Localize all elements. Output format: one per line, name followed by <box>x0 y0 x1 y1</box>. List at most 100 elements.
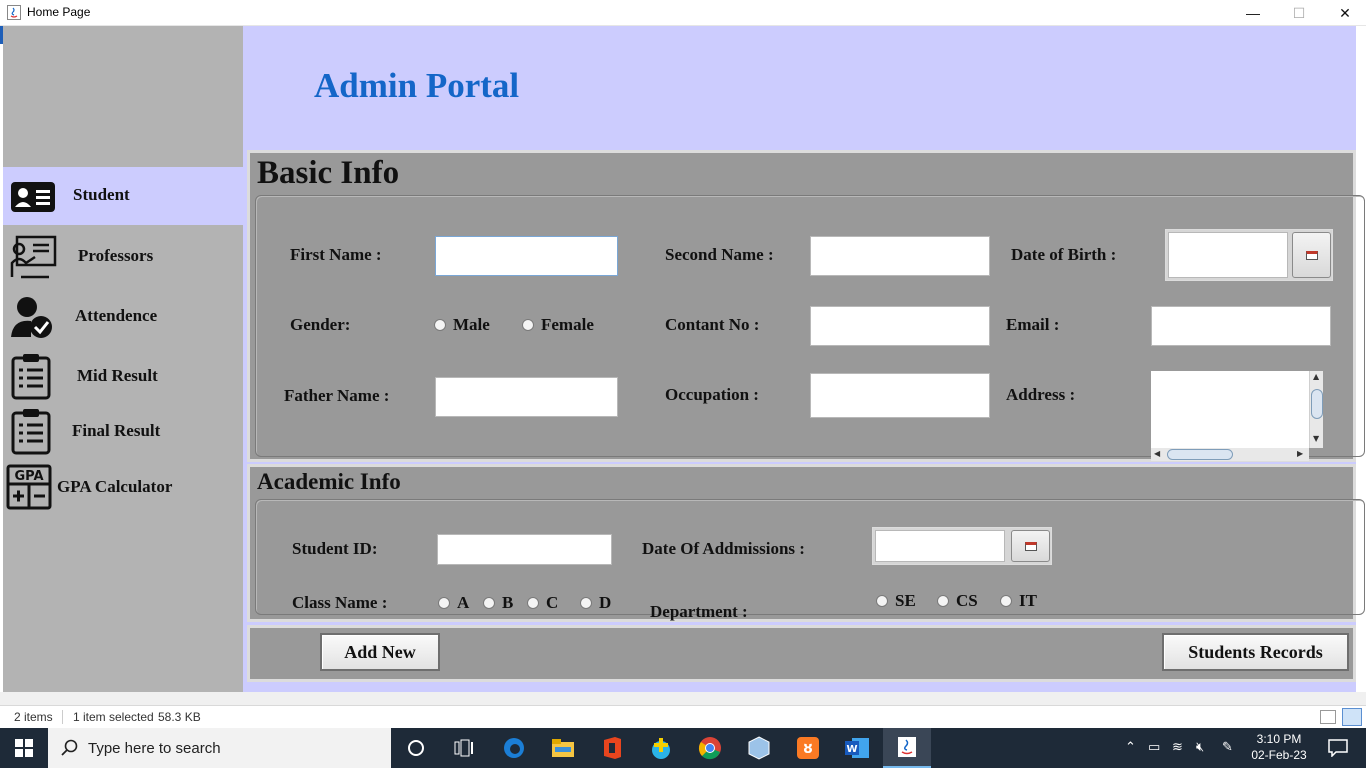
dob-calendar-button[interactable] <box>1292 232 1331 278</box>
page-title: Admin Portal <box>314 66 520 105</box>
java-app-icon <box>7 5 21 20</box>
dob-field[interactable] <box>1168 232 1288 278</box>
class-c-radio[interactable]: C <box>527 593 558 613</box>
department-it-radio[interactable]: IT <box>1000 591 1037 611</box>
svg-text:ȣ: ȣ <box>803 741 812 757</box>
scroll-down-arrow-icon[interactable]: ▼ <box>1313 434 1319 443</box>
contact-no-field[interactable] <box>810 306 990 346</box>
task-view-icon[interactable] <box>448 732 480 764</box>
class-d-radio[interactable]: D <box>580 593 611 613</box>
first-name-label: First Name : <box>290 245 382 264</box>
address-label: Address : <box>1006 385 1076 404</box>
start-windows-icon[interactable] <box>8 732 40 764</box>
volume-muted-icon[interactable]: 🔇︎ <box>1196 740 1204 755</box>
radio-indicator <box>527 597 539 609</box>
gender-female-radio[interactable]: Female <box>522 315 594 335</box>
close-button[interactable]: ✕ <box>1322 0 1366 26</box>
cortana-icon[interactable] <box>400 732 432 764</box>
dob-label: Date of Birth : <box>1011 245 1117 264</box>
gpa-calculator-icon: GPA <box>6 464 52 510</box>
selection-size: 58.3 KB <box>158 710 201 724</box>
radio-indicator <box>438 597 450 609</box>
large-icons-view-icon[interactable] <box>1342 708 1362 726</box>
xampp-icon[interactable]: ȣ <box>792 732 824 764</box>
attendance-user-check-icon <box>11 297 52 338</box>
notifications-icon[interactable] <box>1322 732 1354 764</box>
sidebar-item-label: Student <box>73 185 130 204</box>
dob-date-picker <box>1165 229 1333 281</box>
pen-icon[interactable]: ✎ <box>1222 740 1233 755</box>
department-se-radio[interactable]: SE <box>876 591 916 611</box>
svg-text:W: W <box>846 744 857 755</box>
sidebar-item-attendence[interactable]: Attendence <box>3 287 243 345</box>
details-view-icon[interactable] <box>1320 710 1336 724</box>
window-title: Home Page <box>27 5 91 19</box>
taskbar-search-box[interactable]: Type here to search <box>48 728 391 768</box>
radio-label: SE <box>895 591 916 610</box>
taskbar-clock[interactable]: 3:10 PM 02-Feb-23 <box>1244 731 1314 763</box>
clock-time: 3:10 PM <box>1256 732 1302 746</box>
word-icon[interactable]: W <box>841 732 873 764</box>
first-name-field[interactable] <box>435 236 618 276</box>
students-records-button[interactable]: Students Records <box>1162 633 1349 671</box>
scroll-right-arrow-icon[interactable]: ▶ <box>1297 449 1303 458</box>
calendar-icon <box>1305 250 1318 260</box>
clock-date: 02-Feb-23 <box>1251 748 1307 762</box>
scroll-up-arrow-icon[interactable]: ▲ <box>1313 372 1319 381</box>
address-textarea[interactable] <box>1151 371 1309 448</box>
occupation-field[interactable] <box>810 373 990 418</box>
second-name-field[interactable] <box>810 236 990 276</box>
occupation-label: Occupation : <box>665 385 759 404</box>
sidebar-item-professors[interactable]: Professors <box>3 227 243 285</box>
add-new-button[interactable]: Add New <box>320 633 440 671</box>
radio-label: C <box>546 593 559 612</box>
radio-indicator <box>483 597 495 609</box>
sidebar-item-student[interactable]: Student <box>3 167 243 225</box>
office-icon[interactable] <box>596 732 628 764</box>
file-explorer-icon[interactable] <box>547 732 579 764</box>
minimize-button[interactable]: — <box>1230 0 1276 26</box>
sidebar-item-mid-result[interactable]: Mid Result <box>3 347 243 405</box>
admission-calendar-button[interactable] <box>1011 530 1050 562</box>
student-id-field[interactable] <box>437 534 612 565</box>
sidebar-item-final-result[interactable]: Final Result <box>3 402 243 460</box>
radio-indicator <box>876 595 888 607</box>
wifi-icon[interactable]: ≋ <box>1172 740 1183 755</box>
sidebar-item-gpa-calculator[interactable]: GPA GPA Calculator <box>3 458 243 516</box>
class-a-radio[interactable]: A <box>438 593 469 613</box>
sidebar-item-label: Attendence <box>75 306 158 325</box>
second-name-label: Second Name : <box>665 245 774 264</box>
scroll-thumb[interactable] <box>1311 389 1323 419</box>
windows-taskbar: Type here to search ȣ W ⌃ ▭ ≋ 🔇︎ ✎ 3:10 … <box>0 728 1366 768</box>
address-vertical-scrollbar[interactable]: ▲ ▼ <box>1309 371 1323 448</box>
java-app-taskbar-icon[interactable] <box>883 728 931 768</box>
email-field[interactable] <box>1151 306 1331 346</box>
scroll-thumb[interactable] <box>1167 449 1233 460</box>
father-name-field[interactable] <box>435 377 618 417</box>
sidebar: Student Professors Attendence Mid Result… <box>3 26 243 692</box>
scroll-left-arrow-icon[interactable]: ◀ <box>1154 449 1160 458</box>
radio-label: CS <box>956 591 978 610</box>
show-hidden-icons-icon[interactable]: ⌃ <box>1125 740 1136 755</box>
chrome-icon[interactable] <box>694 732 726 764</box>
virtualbox-icon[interactable] <box>743 732 775 764</box>
sidebar-item-label: Final Result <box>72 421 161 440</box>
radio-indicator <box>580 597 592 609</box>
maximize-button[interactable]: ☐ <box>1276 0 1322 26</box>
radio-indicator <box>937 595 949 607</box>
game-app-icon[interactable] <box>645 732 677 764</box>
admission-date-field[interactable] <box>875 530 1005 562</box>
address-horizontal-scrollbar[interactable]: ◀ ▶ <box>1151 448 1309 461</box>
search-placeholder: Type here to search <box>88 740 221 757</box>
svg-text:GPA: GPA <box>14 469 43 484</box>
gender-male-radio[interactable]: Male <box>434 315 490 335</box>
department-cs-radio[interactable]: CS <box>937 591 978 611</box>
selection-status: 1 item selected <box>73 710 154 724</box>
father-name-label: Father Name : <box>284 386 390 405</box>
edge-browser-icon[interactable] <box>498 732 530 764</box>
battery-icon[interactable]: ▭ <box>1148 740 1160 755</box>
radio-label: B <box>502 593 514 612</box>
clipboard-icon <box>11 409 51 455</box>
class-b-radio[interactable]: B <box>483 593 513 613</box>
item-count: 2 items <box>14 710 53 724</box>
